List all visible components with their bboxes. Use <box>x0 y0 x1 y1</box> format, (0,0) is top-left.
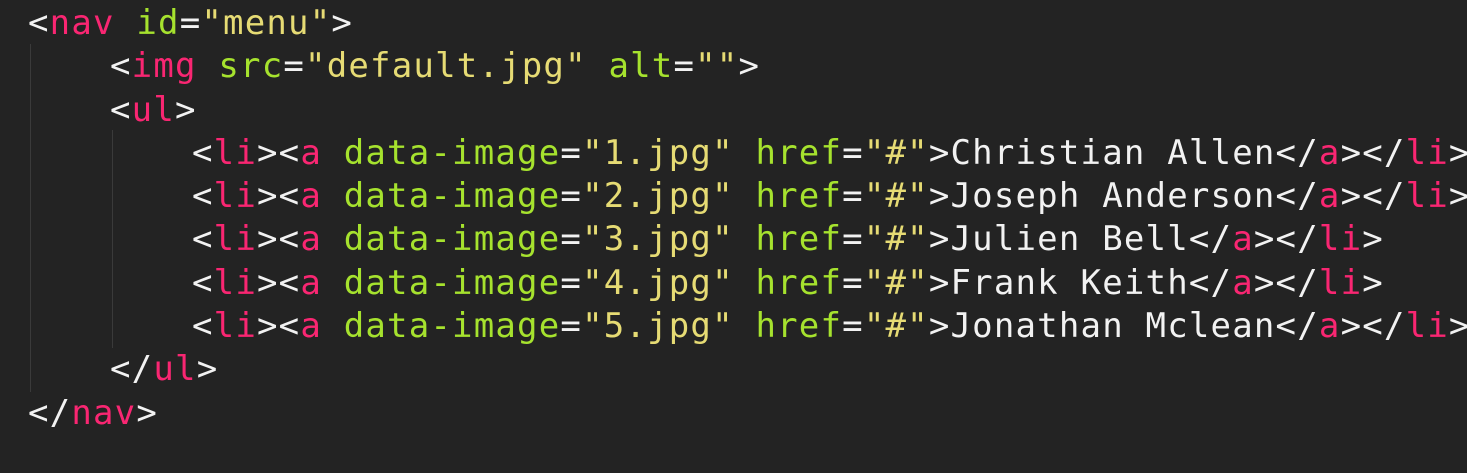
code-line-1[interactable]: <nav id="menu"> <box>0 2 1467 45</box>
attr-value: "default.jpg" <box>305 46 587 87</box>
tag-name: li <box>213 176 258 217</box>
attr-name: href <box>755 132 843 173</box>
tag-name: li <box>213 306 258 347</box>
tag-name: a <box>300 176 323 217</box>
code-line-2[interactable]: <img src="default.jpg" alt=""> <box>0 45 1467 88</box>
code-line-5[interactable]: <li><a data-image="2.jpg" href="#">Josep… <box>0 175 1467 218</box>
tag-name: a <box>1232 262 1254 303</box>
tag-name: a <box>300 306 323 347</box>
tag-name: a <box>300 219 323 260</box>
attr-value: "4.jpg" <box>582 262 734 303</box>
attr-value: "#" <box>863 262 929 303</box>
tag-name: li <box>1405 176 1449 217</box>
attr-value: "2.jpg" <box>582 176 734 217</box>
code-line-7[interactable]: <li><a data-image="4.jpg" href="#">Frank… <box>0 262 1467 305</box>
tag-name: li <box>213 132 258 173</box>
tag-name: nav <box>71 392 137 433</box>
attr-name: data-image <box>343 306 561 347</box>
tag-name: li <box>213 219 258 260</box>
tag-name: img <box>131 46 197 87</box>
attr-name: data-image <box>343 132 561 173</box>
code-line-10[interactable]: </nav> <box>0 392 1467 435</box>
attr-value: "1.jpg" <box>582 132 734 173</box>
attr-name: href <box>755 176 843 217</box>
tag-name: nav <box>49 3 115 43</box>
attr-value: "#" <box>863 132 929 173</box>
attr-value: "#" <box>863 306 929 347</box>
link-text: Jonathan Mclean <box>950 306 1276 347</box>
tag-name: li <box>1318 219 1363 260</box>
tag-name: a <box>1232 219 1254 260</box>
tag-name: li <box>213 262 258 303</box>
attr-value: "menu" <box>201 3 332 43</box>
tag-name: a <box>1318 176 1341 217</box>
code-line-9[interactable]: </ul> <box>0 348 1467 391</box>
attr-value: "#" <box>863 219 929 260</box>
code-editor[interactable]: <nav id="menu"> <img src="default.jpg" a… <box>0 0 1467 473</box>
attr-name: href <box>755 306 843 347</box>
code-line-4[interactable]: <li><a data-image="1.jpg" href="#">Chris… <box>0 132 1467 175</box>
attr-name: id <box>136 3 180 43</box>
link-text: Frank Keith <box>950 262 1189 303</box>
tag-name: li <box>1405 132 1449 173</box>
attr-name: href <box>755 219 843 260</box>
attr-name: data-image <box>343 176 561 217</box>
attr-value: "#" <box>863 176 929 217</box>
tag-name: a <box>300 262 323 303</box>
tag-name: ul <box>131 89 176 130</box>
attr-name: href <box>755 262 843 303</box>
tag-name: li <box>1405 306 1449 347</box>
attr-name: data-image <box>343 262 561 303</box>
attr-value: "" <box>695 46 739 87</box>
attr-name: src <box>218 46 284 87</box>
tag-name: li <box>1318 262 1363 303</box>
tag-name: ul <box>153 349 197 390</box>
code-line-6[interactable]: <li><a data-image="3.jpg" href="#">Julie… <box>0 218 1467 261</box>
attr-value: "5.jpg" <box>582 306 734 347</box>
code-line-8[interactable]: <li><a data-image="5.jpg" href="#">Jonat… <box>0 305 1467 348</box>
attr-name: alt <box>608 46 674 87</box>
tag-name: a <box>1318 132 1341 173</box>
link-text: Julien Bell <box>950 219 1189 260</box>
attr-name: data-image <box>343 219 561 260</box>
link-text: Joseph Anderson <box>950 176 1276 217</box>
link-text: Christian Allen <box>950 132 1276 173</box>
code-line-3[interactable]: <ul> <box>0 89 1467 132</box>
tag-name: a <box>1318 306 1341 347</box>
tag-name: a <box>300 132 323 173</box>
attr-value: "3.jpg" <box>582 219 734 260</box>
